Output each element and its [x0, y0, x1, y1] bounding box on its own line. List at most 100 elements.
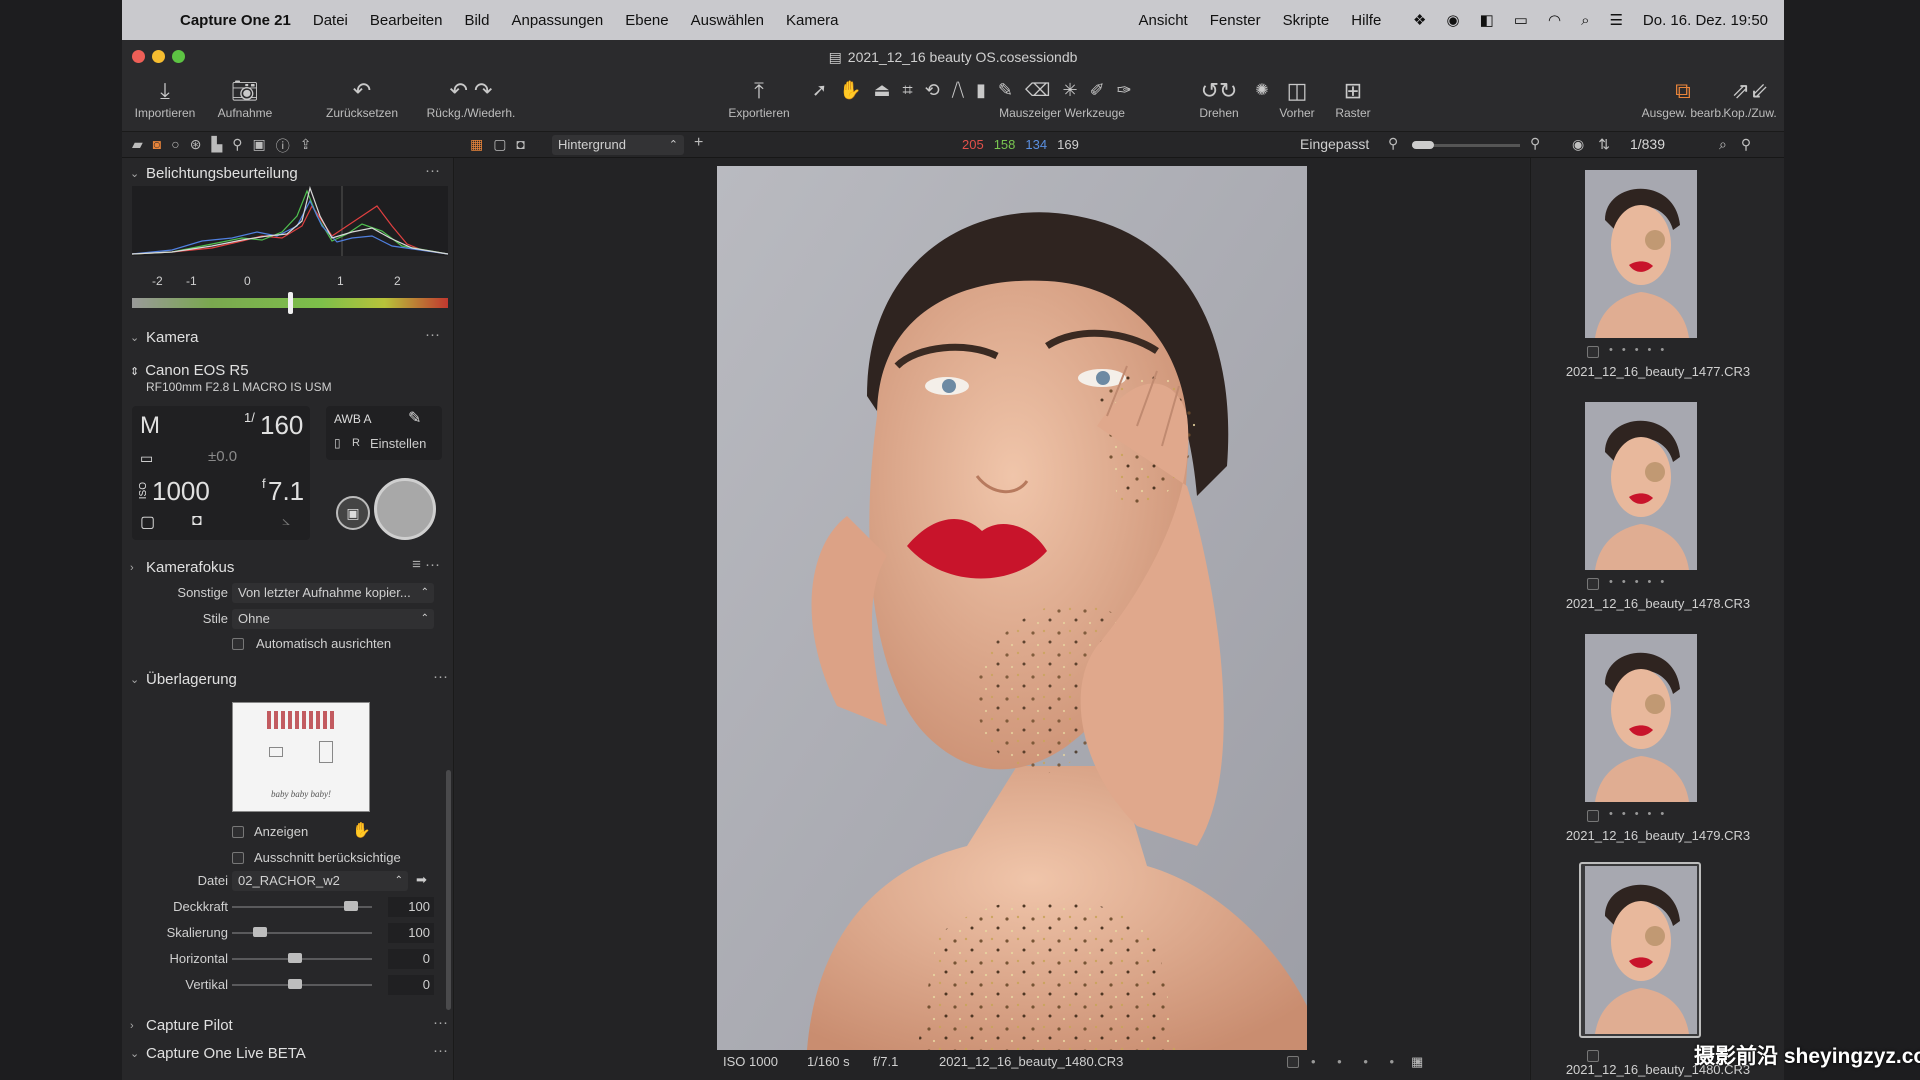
- menu-item-kamera[interactable]: Kamera: [786, 12, 839, 29]
- iso-value[interactable]: 1000: [152, 476, 210, 507]
- more-icon[interactable]: ···: [425, 323, 440, 347]
- loupe-icon[interactable]: ⏏: [874, 80, 891, 101]
- control-icon[interactable]: ◧: [1480, 11, 1494, 29]
- proof-view-icon[interactable]: ◘: [516, 136, 524, 153]
- menu-item-skripte[interactable]: Skripte: [1283, 12, 1330, 29]
- hand-icon[interactable]: ✋: [352, 821, 371, 839]
- rotate-button[interactable]: ↺↻ Drehen: [1192, 74, 1246, 120]
- camera-model[interactable]: ⇕ Canon EOS R5: [130, 362, 249, 379]
- eyedropper-icon[interactable]: ✎: [408, 408, 421, 428]
- show-overlay-checkbox[interactable]: [232, 826, 244, 838]
- library-tab-icon[interactable]: ▰: [132, 136, 143, 156]
- rotate-tool-icon[interactable]: ⟲: [925, 80, 940, 101]
- camera-header[interactable]: ⌄ Kamera ···: [122, 323, 453, 350]
- menu-item-hilfe[interactable]: Hilfe: [1351, 12, 1381, 29]
- crop-overlay-checkbox[interactable]: [232, 852, 244, 864]
- menu-app-name[interactable]: Capture One 21: [180, 12, 291, 29]
- capture-live-header[interactable]: ⌄ Capture One Live BETA ···: [122, 1039, 453, 1066]
- vertikal-slider[interactable]: [232, 984, 372, 986]
- reset-button[interactable]: ↶ Zurücksetzen: [320, 74, 404, 120]
- main-photo[interactable]: [717, 166, 1307, 1050]
- import-button[interactable]: ⤓ Importieren: [132, 74, 198, 120]
- auto-align-checkbox[interactable]: [232, 638, 244, 650]
- spotlight-search-icon[interactable]: ⌕: [1581, 12, 1589, 29]
- crop-icon[interactable]: ⌗: [903, 80, 913, 101]
- healing-icon[interactable]: ✳: [1062, 80, 1077, 101]
- picker-icon[interactable]: ✑: [1117, 80, 1132, 101]
- wifi-icon[interactable]: ◠: [1548, 11, 1561, 29]
- exposure-tab-icon[interactable]: ▙: [211, 136, 222, 156]
- menu-clock[interactable]: Do. 16. Dez. 19:50: [1643, 12, 1768, 29]
- select-checkbox[interactable]: [1587, 578, 1599, 590]
- vertikal-slider-knob[interactable]: [288, 979, 302, 989]
- creative-cloud-icon[interactable]: ◉: [1447, 11, 1460, 29]
- horizontal-slider[interactable]: [232, 958, 372, 960]
- shutter-button[interactable]: [374, 478, 436, 540]
- sort-icon[interactable]: ⇅: [1598, 136, 1610, 153]
- horizontal-slider-knob[interactable]: [288, 953, 302, 963]
- skalierung-value[interactable]: 100: [388, 923, 434, 943]
- video-record-icon[interactable]: ▣: [336, 496, 370, 530]
- background-select[interactable]: Hintergrund: [552, 135, 684, 155]
- skalierung-slider-knob[interactable]: [253, 927, 267, 937]
- more-icon[interactable]: ···: [433, 1011, 448, 1035]
- menu-item-datei[interactable]: Datei: [313, 12, 348, 29]
- capture-tab-icon[interactable]: ◙: [153, 136, 161, 156]
- thumbnail-image[interactable]: [1585, 402, 1697, 570]
- menu-item-ansicht[interactable]: Ansicht: [1139, 12, 1188, 29]
- exposure-eval-header[interactable]: ⌄ Belichtungsbeurteilung ···: [122, 159, 453, 186]
- output-tab-icon[interactable]: ⇪: [300, 136, 312, 156]
- rating-stars[interactable]: •••••: [1609, 344, 1729, 356]
- pan-hand-icon[interactable]: ✋: [839, 80, 861, 101]
- copy-apply-button[interactable]: ⇗⇙ Kop./Zuw.: [1718, 74, 1782, 120]
- select-checkbox[interactable]: [1587, 346, 1599, 358]
- keystone-icon[interactable]: ⧸⧹: [952, 80, 964, 101]
- thumbnail-label[interactable]: 2021_12_16_beauty_1477.CR3: [1531, 364, 1784, 379]
- exposure-compensation[interactable]: ±0.0: [208, 448, 237, 465]
- exposure-mode[interactable]: M: [140, 412, 160, 440]
- shutter-speed[interactable]: 160: [260, 410, 303, 441]
- single-view-icon[interactable]: ▢: [493, 136, 506, 153]
- image-viewer[interactable]: ISO 1000 1/160 s f/7.1 2021_12_16_beauty…: [455, 158, 1529, 1080]
- thumbnail-image[interactable]: [1585, 170, 1697, 338]
- horizontal-value[interactable]: 0: [388, 949, 434, 969]
- vertikal-value[interactable]: 0: [388, 975, 434, 995]
- zoom-mode-label[interactable]: Eingepasst: [1300, 136, 1369, 152]
- rating-stars[interactable]: •••••: [1609, 808, 1729, 820]
- details-tab-icon[interactable]: ⚲: [232, 136, 242, 156]
- eraser-icon[interactable]: ⌫: [1025, 80, 1050, 101]
- zoom-slider[interactable]: [1412, 141, 1520, 149]
- menu-item-anpassungen[interactable]: Anpassungen: [511, 12, 603, 29]
- zoom-window-button[interactable]: [172, 50, 185, 63]
- metadata-tab-icon[interactable]: ⓘ: [276, 136, 290, 156]
- camera-focus-header[interactable]: › Kamerafokus ≡ ···: [122, 556, 453, 580]
- adjustments-tab-icon[interactable]: ▣: [253, 136, 266, 156]
- set-button[interactable]: Einstellen: [370, 436, 426, 451]
- spot-icon[interactable]: ▮: [976, 80, 986, 101]
- zoom-in-icon[interactable]: ⚲: [1530, 135, 1540, 152]
- capture-button[interactable]: 📷︎ Aufnahme: [210, 74, 280, 120]
- more-icon[interactable]: ···: [425, 159, 440, 183]
- menu-item-auswaehlen[interactable]: Auswählen: [691, 12, 764, 29]
- more-icon[interactable]: ···: [433, 1039, 448, 1063]
- more-icon[interactable]: ···: [433, 665, 448, 689]
- select-checkbox[interactable]: [1587, 810, 1599, 822]
- frame-icon[interactable]: ▢: [140, 512, 155, 532]
- white-balance-mode[interactable]: AWB A: [334, 412, 372, 426]
- lens-tab-icon[interactable]: ○: [171, 136, 179, 156]
- menu-item-fenster[interactable]: Fenster: [1210, 12, 1261, 29]
- sonstige-select[interactable]: Von letzter Aufnahme kopier...: [232, 583, 434, 603]
- before-button[interactable]: ◫ Vorher: [1272, 74, 1322, 120]
- thumbnail-label[interactable]: 2021_12_16_beauty_1479.CR3: [1531, 828, 1784, 843]
- dropbox-icon[interactable]: ❖: [1413, 11, 1426, 29]
- battery-icon[interactable]: ▭: [1514, 11, 1528, 29]
- export-button[interactable]: ⤒ Exportieren: [722, 74, 796, 120]
- deckkraft-value[interactable]: 100: [388, 897, 434, 917]
- control-center-icon[interactable]: ☰: [1609, 11, 1622, 29]
- panel-scrollbar[interactable]: [446, 770, 451, 1010]
- menu-item-ebene[interactable]: Ebene: [625, 12, 668, 29]
- multi-view-icon[interactable]: ▦: [470, 136, 483, 153]
- arrow-right-icon[interactable]: ➡: [416, 872, 427, 888]
- deckkraft-slider-knob[interactable]: [344, 901, 358, 911]
- menu-item-bearbeiten[interactable]: Bearbeiten: [370, 12, 443, 29]
